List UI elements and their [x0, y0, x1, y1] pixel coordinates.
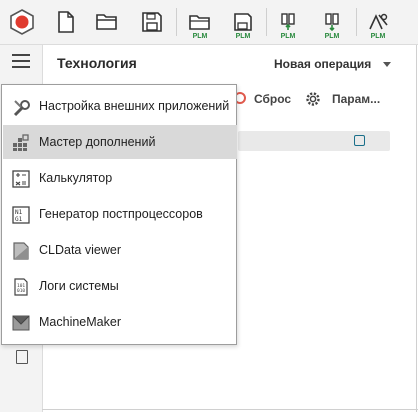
menu-item-label: Мастер дополнений [39, 135, 156, 149]
system-logs-icon: 101 010 [12, 278, 30, 296]
new-file-icon[interactable] [52, 4, 80, 40]
plm-label: PLM [235, 33, 251, 40]
menu-item-label: Настройка внешних приложений [39, 99, 230, 113]
gear-icon[interactable] [304, 90, 322, 113]
machinemaker-icon [12, 314, 30, 332]
toolbar-separator [356, 8, 357, 36]
new-operation-dropdown[interactable]: Новая операция [274, 57, 371, 71]
note-icon[interactable] [354, 135, 365, 146]
menu-item-label: CLData viewer [39, 243, 121, 257]
app-logo-icon[interactable] [8, 4, 36, 40]
menu-item-label: Генератор постпроцессоров [39, 207, 203, 221]
open-folder-icon[interactable] [92, 4, 122, 40]
import-plm-icon[interactable]: PLM [272, 4, 304, 40]
plm-label: PLM [280, 33, 296, 40]
panel-title: Технология [57, 55, 137, 71]
menu-item-cldata-viewer[interactable]: CLData viewer [3, 233, 237, 267]
calculator-icon [12, 170, 30, 188]
reset-button[interactable]: Сброс [254, 92, 291, 106]
postprocessor-generator-icon: N1 G1 [12, 206, 30, 224]
menu-item-system-logs[interactable]: 101 010 Логи системы [3, 269, 237, 303]
open-plm-icon[interactable]: PLM [184, 4, 216, 40]
menu-item-label: Логи системы [39, 279, 119, 293]
svg-text:N1: N1 [15, 209, 23, 216]
parameters-button[interactable]: Парам... [332, 92, 380, 106]
save-icon[interactable] [138, 4, 166, 40]
save-plm-icon[interactable]: PLM [228, 4, 258, 40]
toolbar-separator [176, 8, 177, 36]
document-icon[interactable] [16, 350, 28, 364]
menu-item-label: MachineMaker [39, 315, 121, 329]
svg-text:010: 010 [17, 288, 25, 294]
chevron-down-icon[interactable] [383, 62, 391, 67]
export-plm-icon[interactable]: PLM [316, 4, 348, 40]
menu-item-postprocessor-generator[interactable]: N1 G1 Генератор постпроцессоров [3, 197, 237, 231]
main-toolbar: PLM PLM PLM PLM PLM [0, 0, 418, 45]
hamburger-menu-icon[interactable] [12, 54, 30, 72]
menu-item-label: Калькулятор [39, 171, 113, 185]
operation-row[interactable] [238, 131, 390, 151]
plm-label: PLM [370, 33, 386, 40]
plm-label: PLM [192, 33, 208, 40]
menu-item-external-apps[interactable]: Настройка внешних приложений [3, 89, 237, 123]
tools-plm-icon[interactable]: PLM [362, 4, 394, 40]
tools-menu: Настройка внешних приложений Мастер допо… [1, 84, 237, 345]
wrench-settings-icon [12, 98, 30, 117]
cldata-viewer-icon [12, 242, 30, 260]
menu-item-addons-wizard[interactable]: Мастер дополнений [3, 125, 237, 159]
plm-label: PLM [324, 33, 340, 40]
menu-item-machinemaker[interactable]: MachineMaker [3, 305, 237, 339]
panel-border [416, 45, 417, 412]
panel-border [42, 409, 418, 410]
toolbar-separator [266, 8, 267, 36]
addons-grid-icon [12, 134, 30, 152]
svg-text:G1: G1 [15, 216, 23, 223]
menu-item-calculator[interactable]: Калькулятор [3, 161, 237, 195]
